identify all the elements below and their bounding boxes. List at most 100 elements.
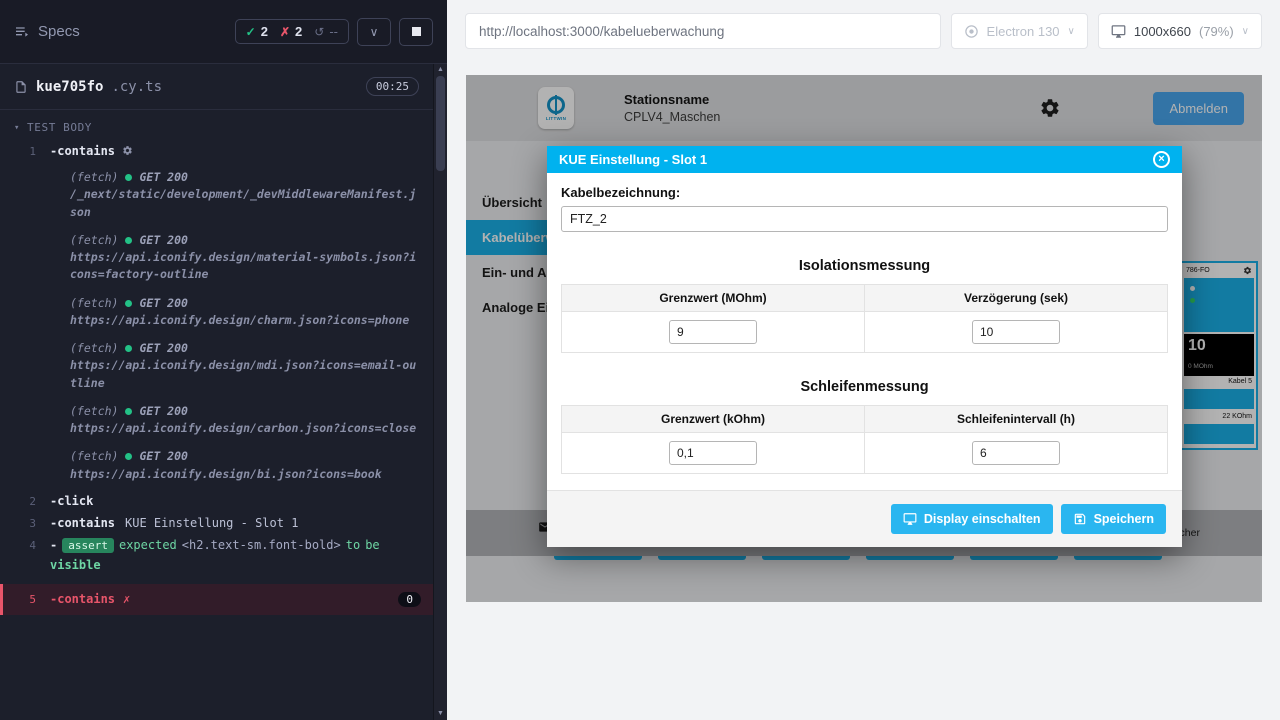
reporter-scrollbar[interactable]: ▲ ▼ [433, 64, 447, 720]
reporter-body: kue705fo .cy.ts 00:25 ▾ TEST BODY 1 -con… [0, 64, 447, 720]
line-number: 4 [0, 538, 50, 552]
schleifenmessung-table: Grenzwert (kOhm) Schleifenintervall (h) [561, 405, 1168, 474]
kabelbezeichnung-input[interactable] [561, 206, 1168, 232]
scrollbar-thumb[interactable] [436, 76, 445, 171]
command-click[interactable]: 2 -click [0, 490, 433, 512]
command-contains-1[interactable]: 1 -contains [0, 140, 433, 162]
command-assert[interactable]: 4 - assert expected <h2.text-sm.font-bol… [0, 534, 433, 576]
assert-expected-state: visible [50, 558, 101, 572]
browser-toolbar: http://localhost:3000/kabelueberwachung … [447, 0, 1280, 62]
monitor-icon [1111, 24, 1126, 39]
status-ok-dot-icon [125, 345, 132, 352]
fetch-status: GET 200 [139, 295, 187, 312]
command-contains-failed[interactable]: 5 -contains ✗ 0 [0, 584, 433, 615]
loop-intervall-input[interactable] [972, 441, 1060, 465]
fetch-log-entry[interactable]: (fetch) GET 200 https://api.iconify.desi… [0, 336, 433, 396]
chevron-down-icon: ∨ [1242, 26, 1249, 37]
stop-run-button[interactable] [399, 18, 433, 46]
iso-grenzwert-input[interactable] [669, 320, 757, 344]
viewport-select[interactable]: 1000x660 (79%) ∨ [1098, 13, 1262, 49]
scroll-up-icon[interactable]: ▲ [437, 66, 444, 74]
close-icon[interactable]: × [1153, 151, 1170, 168]
gear-icon [122, 145, 133, 156]
fetch-url: /_next/static/development/_devMiddleware… [70, 186, 419, 221]
schleifenmessung-title: Schleifenmessung [561, 379, 1168, 395]
browser-icon [964, 24, 979, 39]
cypress-reporter: Specs ✓ 2 ✗ 2 ↺ -- [0, 0, 447, 720]
status-ok-dot-icon [125, 174, 132, 181]
iso-verzoegerung-input[interactable] [972, 320, 1060, 344]
modal-header: KUE Einstellung - Slot 1 × [547, 146, 1182, 173]
fetch-log-entry[interactable]: (fetch) GET 200 /_next/static/developmen… [0, 165, 433, 225]
fetch-log-entry[interactable]: (fetch) GET 200 https://api.iconify.desi… [0, 291, 433, 334]
fetch-status: GET 200 [139, 232, 187, 249]
collapse-panel-button[interactable]: ∨ [357, 18, 391, 46]
isolationsmessung-title: Isolationsmessung [561, 258, 1168, 274]
assert-badge: assert [62, 538, 114, 553]
spec-name: kue705fo [36, 79, 103, 95]
spec-file: kue705fo .cy.ts [14, 79, 162, 95]
chevron-down-icon: ∨ [370, 25, 379, 39]
fetch-label: (fetch) [70, 403, 118, 420]
status-ok-dot-icon [125, 300, 132, 307]
spec-extension: .cy.ts [111, 79, 162, 95]
assert-text: be [365, 538, 379, 552]
specs-label: Specs [38, 23, 80, 40]
fetch-label: (fetch) [70, 169, 118, 186]
viewport-zoom: (79%) [1199, 24, 1234, 39]
fetch-url: https://api.iconify.design/charm.json?ic… [70, 312, 419, 329]
stop-icon [412, 27, 421, 36]
line-number: 3 [0, 516, 50, 530]
specs-menu-button[interactable]: Specs [14, 23, 80, 40]
screen: Specs ✓ 2 ✗ 2 ↺ -- [0, 0, 1280, 720]
pending-count: -- [329, 24, 338, 39]
command-contains-2[interactable]: 3 -contains KUE Einstellung - Slot 1 [0, 512, 433, 534]
modal-body: Kabelbezeichnung: Isolationsmessung Gren… [547, 173, 1182, 474]
status-ok-dot-icon [125, 453, 132, 460]
line-number: 5 [3, 592, 50, 606]
test-body-toggle[interactable]: ▾ TEST BODY [0, 110, 433, 140]
fetch-status: GET 200 [139, 403, 187, 420]
fetch-url: https://api.iconify.design/bi.json?icons… [70, 466, 419, 483]
stat-pending: ↺ -- [314, 24, 338, 39]
test-body-label: TEST BODY [27, 121, 92, 134]
fetch-log-entry[interactable]: (fetch) GET 200 https://api.iconify.desi… [0, 399, 433, 442]
loop-grenzwert-input[interactable] [669, 441, 757, 465]
command-name: -contains [50, 516, 115, 530]
display-einschalten-button[interactable]: Display einschalten [891, 504, 1053, 534]
fetch-url: https://api.iconify.design/mdi.json?icon… [70, 357, 419, 392]
fetch-label: (fetch) [70, 340, 118, 357]
fetch-label: (fetch) [70, 232, 118, 249]
stat-passed: ✓ 2 [246, 24, 268, 39]
retry-count-badge: 0 [398, 592, 421, 607]
specs-list-icon [14, 24, 30, 40]
fetch-status: GET 200 [139, 340, 187, 357]
fetch-label: (fetch) [70, 448, 118, 465]
fetch-url: https://api.iconify.design/material-symb… [70, 249, 419, 284]
test-stats: ✓ 2 ✗ 2 ↺ -- [235, 19, 349, 44]
monitor-icon [903, 512, 917, 526]
passed-check-icon: ✓ [246, 25, 256, 39]
command-name: -click [50, 494, 93, 508]
url-input[interactable]: http://localhost:3000/kabelueberwachung [465, 13, 941, 49]
loop-col-grenzwert: Grenzwert (kOhm) [562, 406, 865, 433]
fetch-log-entry[interactable]: (fetch) GET 200 https://api.iconify.desi… [0, 228, 433, 288]
iso-col-verzoegerung: Verzögerung (sek) [865, 285, 1168, 312]
scroll-down-icon[interactable]: ▼ [437, 710, 444, 718]
status-ok-dot-icon [125, 408, 132, 415]
modal-footer: Display einschalten Speichern [547, 490, 1182, 547]
spec-header[interactable]: kue705fo .cy.ts 00:25 [0, 64, 433, 110]
passed-count: 2 [261, 24, 268, 39]
command-name: -contains [50, 592, 115, 606]
status-ok-dot-icon [125, 237, 132, 244]
isolationsmessung-table: Grenzwert (MOhm) Verzögerung (sek) [561, 284, 1168, 353]
browser-name: Electron 130 [987, 24, 1060, 39]
chevron-down-icon: ∨ [1068, 26, 1075, 37]
fetch-label: (fetch) [70, 295, 118, 312]
save-floppy-icon [1073, 512, 1087, 526]
browser-select[interactable]: Electron 130 ∨ [951, 13, 1088, 49]
failed-count: 2 [295, 24, 302, 39]
command-dash: - [50, 538, 57, 552]
speichern-button[interactable]: Speichern [1061, 504, 1166, 534]
fetch-log-entry[interactable]: (fetch) GET 200 https://api.iconify.desi… [0, 444, 433, 487]
